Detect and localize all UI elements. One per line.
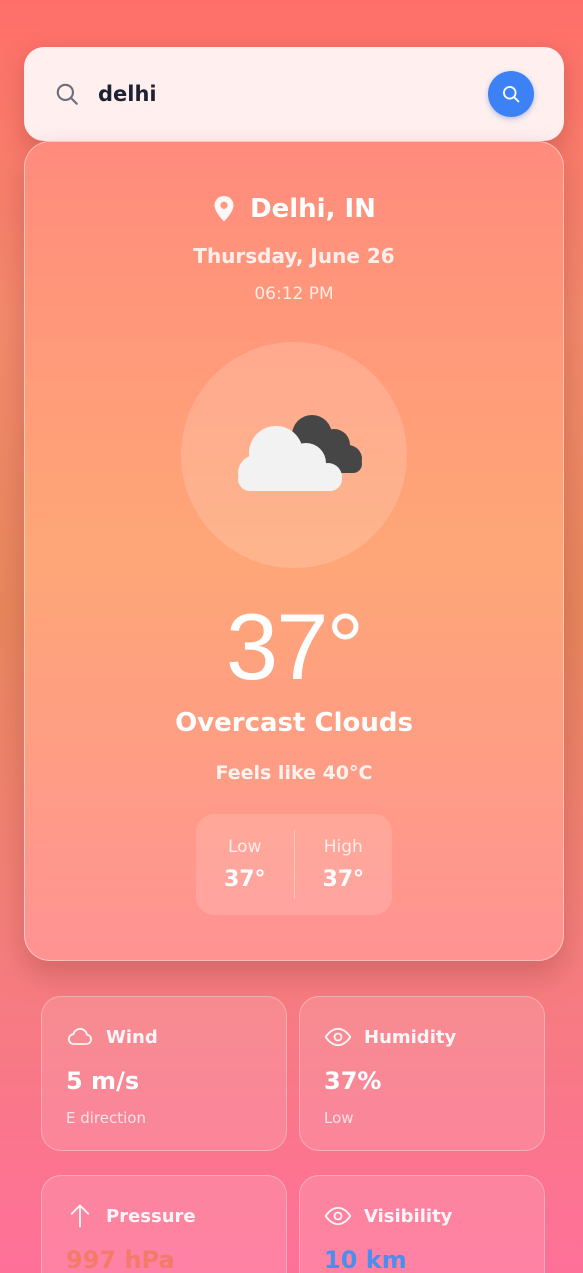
wind-card: Wind 5 m/s E direction — [41, 996, 287, 1151]
humidity-value: 37% — [324, 1067, 382, 1095]
weather-condition: Overcast Clouds — [175, 708, 413, 738]
eye-icon — [324, 1206, 352, 1226]
search-bar — [24, 47, 564, 141]
search-input[interactable] — [98, 82, 488, 106]
wind-value: 5 m/s — [66, 1067, 140, 1095]
high-value: 37° — [322, 867, 365, 892]
high-label: High — [323, 837, 363, 857]
cloud-icon — [67, 1028, 93, 1045]
humidity-title: Humidity — [364, 1026, 457, 1048]
arrow-up-icon — [70, 1204, 90, 1228]
wind-direction: E direction — [66, 1109, 146, 1127]
pressure-title: Pressure — [106, 1205, 196, 1227]
weather-card: Delhi, IN Thursday, June 26 06:12 PM 37° — [24, 141, 564, 961]
low-label: Low — [228, 837, 262, 857]
search-button[interactable] — [488, 71, 534, 117]
date: Thursday, June 26 — [193, 244, 395, 268]
location: Delhi, IN — [25, 194, 563, 224]
humidity-card: Humidity 37% Low — [299, 996, 545, 1151]
weather-icon-circle — [181, 342, 407, 568]
search-icon — [56, 83, 78, 105]
search-icon — [503, 86, 520, 103]
low-high-box: Low 37° High 37° — [196, 814, 392, 915]
feels-like: Feels like 40°C — [215, 762, 373, 784]
wind-title: Wind — [106, 1026, 158, 1048]
low-value: 37° — [223, 867, 266, 892]
current-temperature: 37° — [225, 594, 364, 699]
low-temperature: Low 37° — [196, 814, 294, 915]
time: 06:12 PM — [254, 284, 334, 304]
visibility-card: Visibility 10 km — [299, 1175, 545, 1273]
pressure-card: Pressure 997 hPa — [41, 1175, 287, 1273]
visibility-value: 10 km — [324, 1246, 407, 1273]
pressure-value: 997 hPa — [66, 1246, 175, 1273]
visibility-title: Visibility — [364, 1205, 453, 1227]
location-name: Delhi, IN — [250, 194, 376, 224]
overcast-clouds-icon — [238, 415, 362, 491]
map-pin-icon — [214, 196, 234, 222]
eye-icon — [324, 1027, 352, 1047]
humidity-level: Low — [324, 1109, 354, 1127]
high-temperature: High 37° — [295, 814, 393, 915]
